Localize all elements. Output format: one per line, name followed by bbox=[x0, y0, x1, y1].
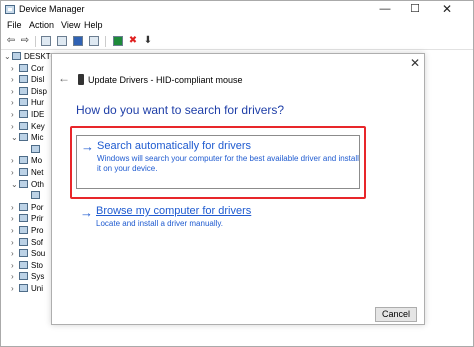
chevron-right-icon[interactable]: › bbox=[11, 155, 14, 166]
download-icon[interactable]: ⬇ bbox=[141, 34, 155, 48]
tree-item-label: Por bbox=[31, 202, 44, 212]
device-category-icon bbox=[19, 98, 28, 107]
chevron-right-icon[interactable]: › bbox=[11, 248, 14, 259]
update-drivers-dialog: ← Update Drivers - HID-compliant mouse ✕… bbox=[51, 53, 425, 325]
mouse-icon bbox=[78, 74, 84, 85]
close-window-button[interactable]: ✕ bbox=[433, 1, 461, 18]
tree-item-label: Net bbox=[31, 168, 44, 177]
window-title: Device Manager bbox=[19, 4, 85, 14]
device-category-icon bbox=[19, 121, 28, 130]
menu-view[interactable]: View bbox=[61, 20, 80, 30]
chevron-down-icon[interactable]: ⌄ bbox=[11, 179, 18, 190]
chevron-right-icon[interactable]: › bbox=[11, 86, 14, 97]
device-category-icon bbox=[19, 110, 28, 118]
forward-arrow-icon[interactable]: ⇨ bbox=[18, 34, 32, 48]
device-category-icon bbox=[19, 226, 28, 234]
search-automatically-description: Windows will search your computer for th… bbox=[97, 154, 359, 173]
chevron-right-icon[interactable]: › bbox=[11, 109, 14, 120]
device-category-icon bbox=[19, 86, 28, 95]
device-category-icon bbox=[19, 260, 28, 269]
maximize-button[interactable]: ☐ bbox=[401, 1, 429, 18]
device-category-icon bbox=[19, 63, 28, 72]
tree-item-label: Key bbox=[31, 121, 45, 131]
toolbar-separator bbox=[35, 36, 36, 47]
device-category-icon bbox=[19, 249, 28, 258]
minimize-button[interactable]: — bbox=[371, 1, 399, 18]
help-icon[interactable] bbox=[71, 34, 85, 48]
tree-item-label: Sys bbox=[31, 272, 45, 282]
chevron-right-icon[interactable]: › bbox=[11, 283, 14, 294]
chevron-right-icon[interactable]: › bbox=[11, 63, 14, 74]
cancel-button[interactable]: Cancel bbox=[375, 307, 417, 322]
chevron-right-icon[interactable]: › bbox=[11, 260, 14, 271]
toolbar: ⇦ ⇨ ✖ ⬇ bbox=[1, 33, 473, 50]
tree-item-label: Hur bbox=[31, 98, 44, 108]
tree-item-label: Mic bbox=[31, 133, 44, 143]
device-category-icon bbox=[19, 284, 28, 292]
show-hidden-icon[interactable] bbox=[55, 34, 69, 48]
chevron-right-icon[interactable]: › bbox=[11, 167, 14, 178]
scan-icon[interactable] bbox=[87, 34, 101, 48]
chevron-right-icon[interactable]: › bbox=[11, 121, 14, 132]
close-icon[interactable]: ✕ bbox=[408, 56, 422, 70]
properties-icon[interactable] bbox=[39, 34, 53, 48]
chevron-right-icon[interactable]: › bbox=[11, 237, 14, 248]
arrow-right-icon: → bbox=[80, 205, 93, 220]
chevron-right-icon[interactable]: › bbox=[11, 213, 14, 224]
device-category-icon bbox=[19, 168, 28, 176]
menu-action[interactable]: Action bbox=[29, 20, 54, 30]
device-category-icon bbox=[19, 272, 28, 281]
device-category-icon bbox=[31, 144, 40, 153]
chevron-right-icon[interactable]: › bbox=[11, 225, 14, 236]
tree-item-label: Oth bbox=[31, 179, 44, 189]
tree-item-label: Mo bbox=[31, 156, 43, 166]
toolbar-separator bbox=[105, 36, 106, 47]
browse-computer-option[interactable]: → Browse my computer for drivers Locate … bbox=[76, 202, 360, 234]
tree-item-label: IDE bbox=[31, 110, 45, 119]
device-manager-icon bbox=[5, 5, 15, 14]
tree-item-label: Sof bbox=[31, 237, 44, 247]
uninstall-icon[interactable]: ✖ bbox=[126, 34, 140, 48]
chevron-right-icon[interactable]: › bbox=[11, 97, 14, 108]
device-category-icon bbox=[31, 191, 40, 200]
update-driver-icon[interactable] bbox=[111, 34, 125, 48]
chevron-down-icon[interactable]: ⌄ bbox=[4, 51, 11, 62]
browse-computer-title: Browse my computer for drivers bbox=[96, 205, 252, 217]
tree-item-label: Prir bbox=[31, 214, 44, 224]
dialog-title: Update Drivers - HID-compliant mouse bbox=[88, 75, 243, 85]
menu-file[interactable]: File bbox=[7, 20, 22, 30]
title-bar: Device Manager — ☐ ✕ bbox=[1, 1, 473, 18]
dialog-heading: How do you want to search for drivers? bbox=[76, 103, 285, 117]
device-category-icon bbox=[19, 133, 28, 142]
tree-item-label: Disl bbox=[31, 75, 45, 85]
device-category-icon bbox=[19, 237, 28, 246]
device-category-icon bbox=[19, 156, 28, 165]
tree-item-label: Disp bbox=[31, 86, 48, 96]
chevron-right-icon[interactable]: › bbox=[11, 74, 14, 85]
chevron-right-icon[interactable]: › bbox=[11, 271, 14, 282]
device-category-icon bbox=[12, 52, 21, 60]
tree-item-label: Sou bbox=[31, 249, 46, 259]
chevron-down-icon[interactable]: ⌄ bbox=[11, 132, 18, 143]
tree-item-label: Cor bbox=[31, 63, 44, 73]
arrow-right-icon: → bbox=[81, 139, 94, 154]
device-category-icon bbox=[19, 75, 28, 84]
menu-help[interactable]: Help bbox=[84, 20, 103, 30]
search-automatically-title: Search automatically for drivers bbox=[97, 140, 252, 152]
tree-item-label: Pro bbox=[31, 226, 44, 235]
back-arrow-icon[interactable]: ⇦ bbox=[4, 34, 18, 48]
tree-item-label: Sto bbox=[31, 260, 44, 270]
chevron-right-icon[interactable]: › bbox=[11, 202, 14, 213]
browse-computer-description: Locate and install a driver manually. bbox=[96, 219, 224, 228]
device-manager-window: Device Manager — ☐ ✕ File Action View He… bbox=[0, 0, 474, 347]
device-category-icon bbox=[19, 179, 28, 188]
device-category-icon bbox=[19, 202, 28, 211]
search-automatically-option[interactable]: → Search automatically for drivers Windo… bbox=[76, 135, 360, 189]
back-arrow-icon[interactable]: ← bbox=[58, 72, 70, 84]
device-category-icon bbox=[19, 214, 28, 223]
menu-bar: File Action View Help bbox=[1, 19, 473, 33]
tree-item-label: Uni bbox=[31, 284, 44, 293]
